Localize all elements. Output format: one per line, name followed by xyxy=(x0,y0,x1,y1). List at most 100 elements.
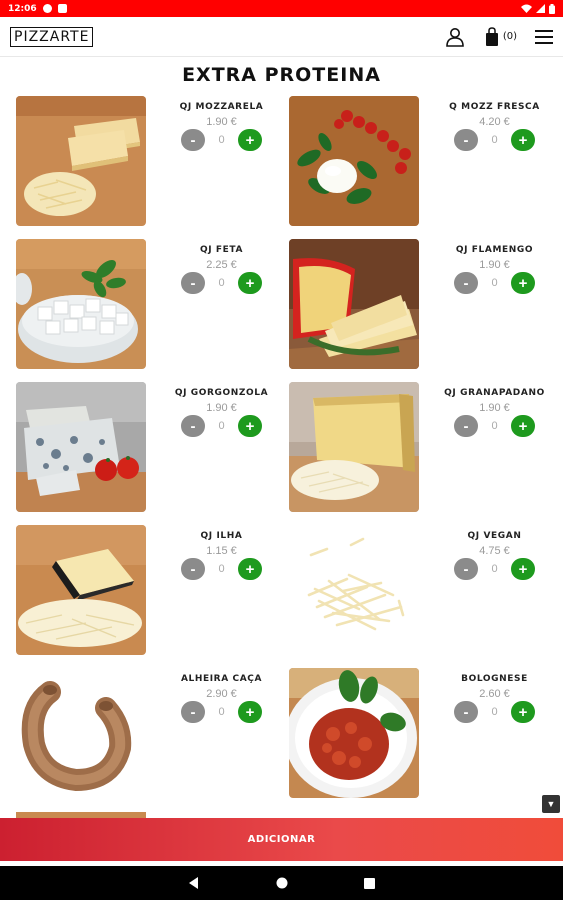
increase-quantity-button[interactable]: + xyxy=(238,129,262,151)
product-image[interactable] xyxy=(289,239,419,369)
add-to-cart-button[interactable]: ADICIONAR xyxy=(0,818,563,861)
decrease-quantity-button[interactable]: - xyxy=(454,558,478,580)
increase-quantity-button[interactable]: + xyxy=(511,701,535,723)
increase-quantity-button[interactable]: + xyxy=(511,129,535,151)
product-name: BOLOGNESE xyxy=(461,674,528,684)
notification-icon xyxy=(57,4,67,13)
decrease-quantity-button[interactable]: - xyxy=(181,129,205,151)
cart-count: (0) xyxy=(502,31,517,42)
user-icon xyxy=(446,27,464,47)
quantity-value: 0 xyxy=(491,563,498,575)
wifi-icon xyxy=(521,4,532,13)
increase-quantity-button[interactable]: + xyxy=(238,415,262,437)
product-name: QJ MOZZARELA xyxy=(179,102,264,112)
quantity-value: 0 xyxy=(491,420,498,432)
menu-button[interactable] xyxy=(535,29,553,45)
increase-quantity-button[interactable]: + xyxy=(511,558,535,580)
user-account-button[interactable] xyxy=(445,27,465,47)
increase-quantity-button[interactable]: + xyxy=(511,415,535,437)
product-image[interactable] xyxy=(289,525,419,655)
product-name: QJ GORGONZOLA xyxy=(174,388,269,398)
shopping-bag-icon xyxy=(485,26,498,46)
quantity-stepper: - 0 + xyxy=(427,129,562,151)
quantity-stepper: - 0 + xyxy=(427,272,562,294)
product-price: 4.75 € xyxy=(479,545,510,557)
quantity-stepper: - 0 + xyxy=(154,701,289,723)
product-image[interactable] xyxy=(16,239,146,369)
product-name: QJ ILHA xyxy=(200,531,243,541)
quantity-value: 0 xyxy=(491,134,498,146)
product-price: 1.90 € xyxy=(206,402,237,414)
product-card: QJ FETA 2.25 € - 0 + xyxy=(16,239,286,371)
cart-button[interactable]: (0) xyxy=(485,26,517,47)
decrease-quantity-button[interactable]: - xyxy=(181,558,205,580)
product-price: 1.90 € xyxy=(479,259,510,271)
quantity-value: 0 xyxy=(491,706,498,718)
product-name: QJ FLAMENGO xyxy=(455,245,534,255)
decrease-quantity-button[interactable]: - xyxy=(454,129,478,151)
decrease-quantity-button[interactable]: - xyxy=(181,701,205,723)
product-card: QJ GRANAPADANO 1.90 € - 0 + xyxy=(289,382,559,514)
product-price: 2.90 € xyxy=(206,688,237,700)
product-card: BOLOGNESE 2.60 € - 0 + xyxy=(289,668,559,800)
product-card: QJ FLAMENGO 1.90 € - 0 + xyxy=(289,239,559,371)
product-price: 1.90 € xyxy=(479,402,510,414)
product-price: 1.15 € xyxy=(206,545,237,557)
product-card: QJ ILHA 1.15 € - 0 + xyxy=(16,525,286,657)
quantity-value: 0 xyxy=(218,134,225,146)
quantity-value: 0 xyxy=(491,277,498,289)
increase-quantity-button[interactable]: + xyxy=(238,272,262,294)
product-name: QJ FETA xyxy=(199,245,244,255)
product-price: 2.25 € xyxy=(206,259,237,271)
recents-square-icon xyxy=(364,877,375,889)
recents-button[interactable] xyxy=(364,877,375,889)
app-logo[interactable]: PIZZARTE xyxy=(10,26,94,47)
back-triangle-icon xyxy=(189,877,198,889)
page-title: EXTRA PROTEINA xyxy=(182,64,381,86)
status-time: 12:06 xyxy=(8,3,37,14)
product-image[interactable] xyxy=(289,668,419,798)
notification-icon xyxy=(42,4,52,13)
hamburger-menu-icon xyxy=(535,29,553,44)
quantity-stepper: - 0 + xyxy=(154,129,289,151)
decrease-quantity-button[interactable]: - xyxy=(454,415,478,437)
quantity-stepper: - 0 + xyxy=(154,558,289,580)
product-card: QJ GORGONZOLA 1.90 € - 0 + xyxy=(16,382,286,514)
quantity-value: 0 xyxy=(218,277,225,289)
product-image[interactable] xyxy=(16,382,146,512)
quantity-stepper: - 0 + xyxy=(427,701,562,723)
decrease-quantity-button[interactable]: - xyxy=(181,415,205,437)
scroll-down-button[interactable]: ▼ xyxy=(542,795,560,813)
product-image[interactable] xyxy=(16,525,146,655)
product-price: 1.90 € xyxy=(206,116,237,128)
decrease-quantity-button[interactable]: - xyxy=(454,701,478,723)
increase-quantity-button[interactable]: + xyxy=(238,701,262,723)
product-image[interactable] xyxy=(289,382,419,512)
product-image[interactable] xyxy=(289,96,419,226)
quantity-value: 0 xyxy=(218,420,225,432)
quantity-stepper: - 0 + xyxy=(427,415,562,437)
product-price: 2.60 € xyxy=(479,688,510,700)
home-circle-icon xyxy=(276,877,288,889)
product-card: ALHEIRA CAÇA 2.90 € - 0 + xyxy=(16,668,286,800)
app-header: PIZZARTE (0) xyxy=(0,17,563,57)
quantity-value: 0 xyxy=(218,563,225,575)
product-card: QJ MOZZARELA 1.90 € - 0 + xyxy=(16,96,286,228)
decrease-quantity-button[interactable]: - xyxy=(454,272,478,294)
quantity-stepper: - 0 + xyxy=(427,558,562,580)
quantity-stepper: - 0 + xyxy=(154,415,289,437)
increase-quantity-button[interactable]: + xyxy=(511,272,535,294)
home-button[interactable] xyxy=(276,877,288,889)
signal-icon xyxy=(536,4,545,13)
product-name: Q MOZZ FRESCA xyxy=(449,102,540,112)
status-bar: 12:06 xyxy=(0,0,563,17)
product-price: 4.20 € xyxy=(479,116,510,128)
increase-quantity-button[interactable]: + xyxy=(238,558,262,580)
back-button[interactable] xyxy=(188,877,200,889)
decrease-quantity-button[interactable]: - xyxy=(181,272,205,294)
product-image[interactable] xyxy=(16,96,146,226)
battery-icon xyxy=(549,3,555,14)
product-image[interactable] xyxy=(16,668,146,798)
product-card: QJ VEGAN 4.75 € - 0 + xyxy=(289,525,559,657)
product-name: ALHEIRA CAÇA xyxy=(180,674,263,684)
